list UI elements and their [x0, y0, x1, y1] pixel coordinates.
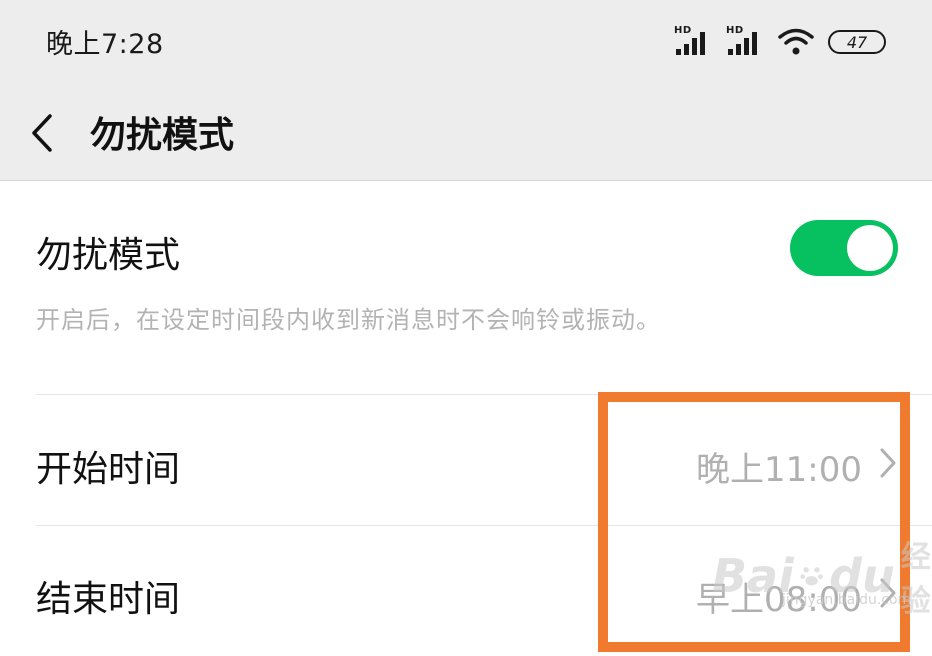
battery-icon: 47 — [828, 30, 886, 54]
dnd-description: 开启后，在设定时间段内收到新消息时不会响铃或振动。 — [36, 306, 661, 334]
divider — [36, 394, 932, 395]
wifi-icon — [778, 28, 814, 55]
end-time-value: 早上08:00 — [696, 580, 862, 620]
dnd-toggle[interactable] — [790, 220, 898, 276]
start-time-label: 开始时间 — [36, 449, 181, 490]
header-bar: 勿扰模式 — [0, 86, 932, 181]
battery-level: 47 — [846, 32, 868, 52]
end-time-row[interactable]: 结束时间 早上08:00 — [0, 526, 932, 656]
status-icons: HD HD 47 — [674, 25, 886, 58]
page-title: 勿扰模式 — [90, 115, 235, 156]
start-time-row[interactable]: 开始时间 晚上11:00 — [0, 396, 932, 526]
end-time-label: 结束时间 — [36, 579, 181, 620]
status-time: 晚上7:28 — [46, 29, 164, 60]
status-bar: 晚上7:28 HD HD 47 — [0, 0, 932, 86]
chevron-right-icon — [880, 578, 896, 608]
hd-signal-icon: HD — [726, 25, 764, 57]
chevron-left-icon — [32, 114, 52, 152]
back-button[interactable] — [24, 108, 64, 158]
start-time-value: 晚上11:00 — [696, 450, 862, 490]
dnd-label: 勿扰模式 — [36, 235, 181, 276]
chevron-right-icon — [880, 448, 896, 478]
hd-signal-icon: HD — [674, 25, 712, 57]
toggle-knob — [847, 225, 893, 271]
